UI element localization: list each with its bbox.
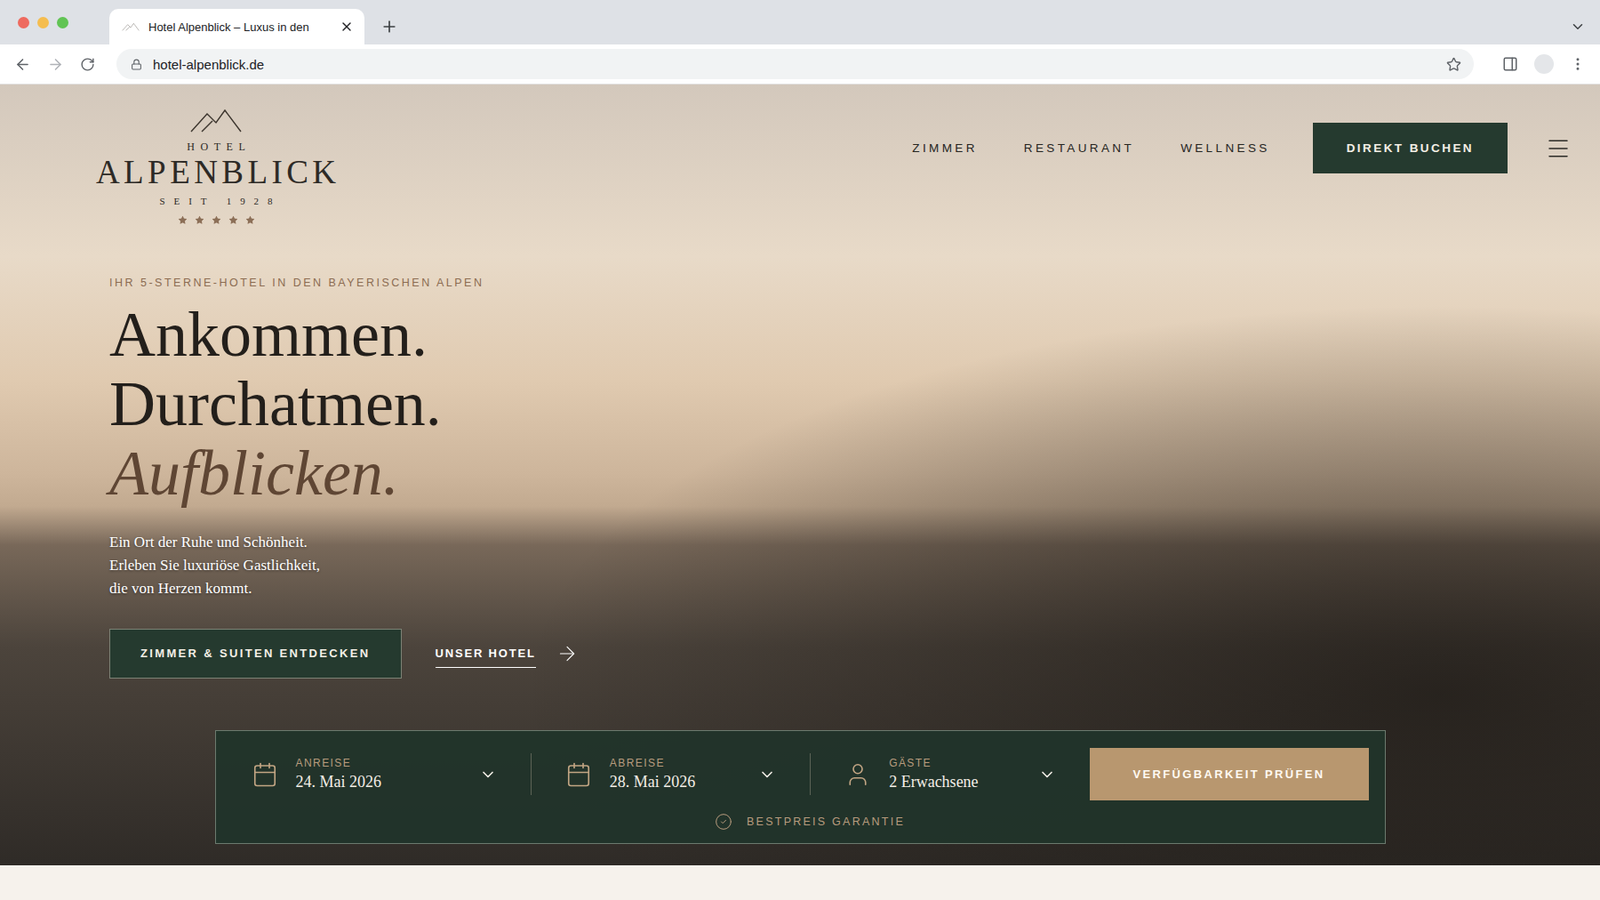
reload-icon[interactable]	[80, 56, 96, 72]
field-value: 24. Mai 2026	[296, 772, 462, 792]
tab-list-icon[interactable]	[1569, 18, 1586, 35]
forward-icon[interactable]	[47, 56, 64, 73]
calendar-icon	[251, 760, 279, 788]
logo[interactable]: HOTELALPENBLICKSEIT 1928	[98, 106, 334, 225]
next-section	[0, 864, 1600, 900]
intro-line: Ein Ort der Ruhe und Schönheit.	[109, 530, 320, 554]
field-value: 28. Mai 2026	[609, 772, 741, 792]
site-header: HOTELALPENBLICKSEIT 1928ZIMMERRESTAURANT…	[0, 84, 1600, 225]
bookmark-icon[interactable]	[1446, 56, 1462, 72]
logo-since: SEIT 1928	[151, 195, 282, 207]
booking-field[interactable]: GÄSTE 2 Erwachsene	[809, 752, 1089, 795]
tab-title: Hotel Alpenblick – Luxus in den	[148, 20, 331, 34]
more-icon[interactable]	[1569, 56, 1586, 72]
chevron-down-icon[interactable]	[479, 765, 497, 784]
star-icon	[211, 215, 222, 225]
back-icon[interactable]	[14, 56, 32, 73]
intro-text: Ein Ort der Ruhe und Schönheit.Erleben S…	[109, 530, 320, 600]
url: hotel-alpenblick.de	[152, 56, 1436, 72]
check-circle-icon	[714, 812, 733, 831]
hotel-link[interactable]: UNSER HOTEL	[435, 639, 579, 668]
field-value: 2 Erwachsene	[888, 772, 1020, 792]
tab-bar: Hotel Alpenblick – Luxus in den	[0, 0, 1600, 45]
browser-tab[interactable]: Hotel Alpenblick – Luxus in den	[109, 8, 365, 45]
book-button[interactable]: DIREKT BUCHEN	[1312, 122, 1508, 174]
field-label: ABREISE	[609, 756, 741, 769]
favicon-icon	[121, 22, 140, 32]
rooms-button[interactable]: ZIMMER & SUITEN ENTDECKEN	[109, 628, 402, 679]
lock-icon	[130, 58, 143, 71]
headline: Ankommen.Durchatmen.Aufblicken.	[109, 299, 442, 508]
hero: HOTELALPENBLICKSEIT 1928ZIMMERRESTAURANT…	[0, 84, 1600, 865]
logo-name: ALPENBLICK	[91, 153, 340, 192]
main-nav: ZIMMER RESTAURANT WELLNESS DIREKT BUCHEN	[333, 122, 1572, 174]
eyebrow: IHR 5-STERNE-HOTEL IN DEN BAYERISCHEN AL…	[109, 276, 484, 289]
address-bar[interactable]: hotel-alpenblick.de	[116, 48, 1474, 80]
page: Hotel Alpenblick – Luxus in den hotel-alp…	[0, 0, 1600, 900]
calendar-icon	[565, 760, 592, 788]
logo-top: HOTEL	[181, 140, 252, 154]
hero-actions: ZIMMER & SUITEN ENTDECKEN UNSER HOTEL	[109, 628, 579, 679]
arrow-icon	[555, 641, 579, 665]
profile-avatar[interactable]	[1534, 54, 1554, 74]
new-tab-icon[interactable]	[380, 17, 399, 36]
side-panel-icon[interactable]	[1502, 56, 1519, 72]
menu-icon[interactable]	[1544, 135, 1572, 162]
guest-icon	[844, 760, 872, 788]
booking-bar: ANREISE 24. Mai 2026 ABREISE 28. Mai 2026 GÄ…	[215, 729, 1386, 844]
headline-line: Aufblicken.	[109, 438, 442, 508]
address-row: hotel-alpenblick.de	[0, 44, 1600, 85]
nav-link[interactable]: RESTAURANT	[1024, 141, 1135, 155]
minimize-light[interactable]	[37, 16, 49, 29]
star-icon	[228, 215, 239, 225]
chevron-down-icon[interactable]	[1038, 765, 1056, 784]
close-light[interactable]	[17, 16, 30, 29]
hero-content: IHR 5-STERNE-HOTEL IN DEN BAYERISCHEN AL…	[0, 276, 1600, 679]
booking-field[interactable]: ABREISE 28. Mai 2026	[530, 752, 810, 795]
window-controls	[17, 16, 69, 29]
close-icon[interactable]	[339, 19, 354, 34]
intro-line: die von Herzen kommt.	[109, 576, 320, 600]
chevron-down-icon[interactable]	[758, 765, 776, 784]
rating-stars	[177, 215, 256, 225]
field-label: GÄSTE	[888, 756, 1020, 769]
best-price: BESTPREIS GARANTIE	[251, 812, 1369, 831]
zoom-light[interactable]	[56, 16, 69, 29]
headline-line: Ankommen.	[109, 299, 442, 369]
headline-line: Durchatmen.	[109, 368, 442, 439]
availability-button[interactable]: VERFÜGBARKEIT PRÜFEN	[1089, 747, 1369, 800]
nav-link[interactable]: ZIMMER	[912, 141, 978, 155]
field-label: ANREISE	[296, 756, 462, 769]
mountain-icon	[189, 106, 243, 134]
star-icon	[194, 215, 205, 225]
booking-field[interactable]: ANREISE 24. Mai 2026	[251, 752, 531, 795]
star-icon	[245, 215, 256, 225]
nav-link[interactable]: WELLNESS	[1180, 141, 1271, 155]
intro-line: Erleben Sie luxuriöse Gastlichkeit,	[109, 553, 320, 577]
star-icon	[177, 215, 188, 225]
